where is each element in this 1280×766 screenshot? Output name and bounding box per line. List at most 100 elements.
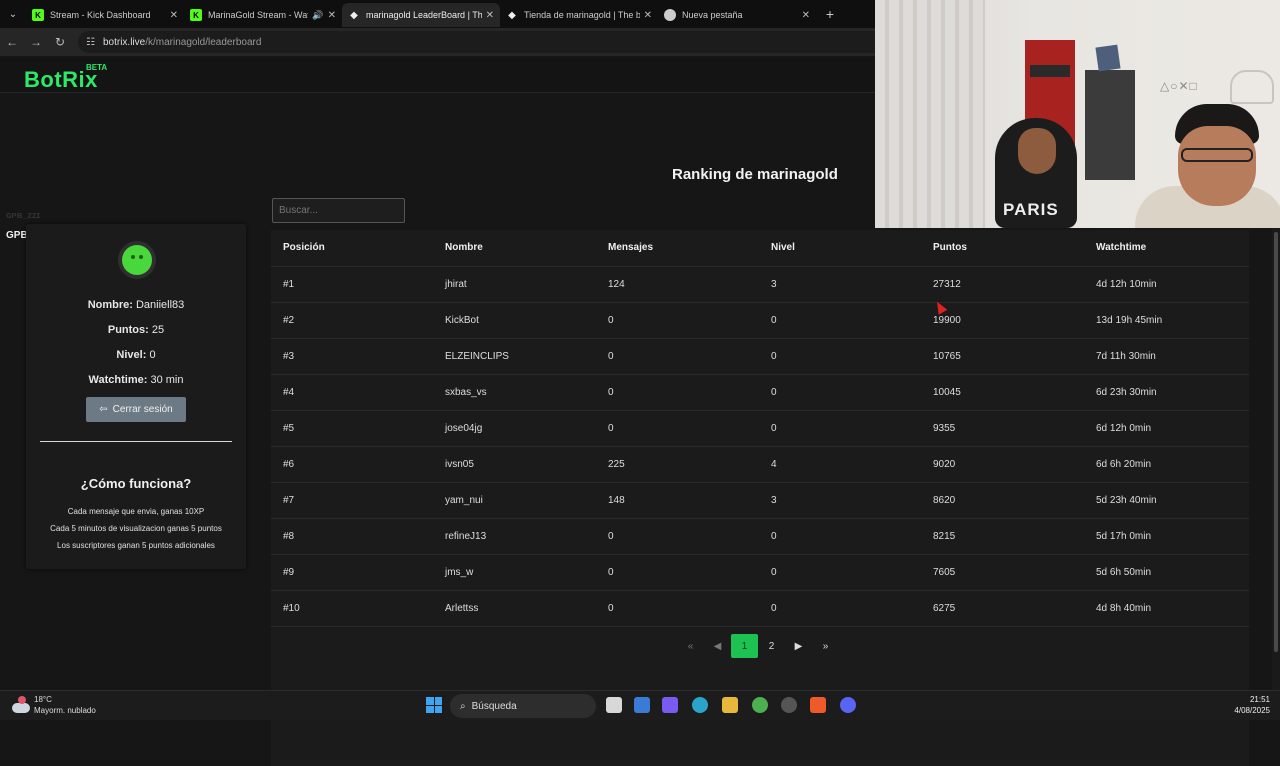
logout-label: Cerrar sesión — [112, 404, 173, 415]
table-cell: #5 — [271, 410, 433, 447]
table-cell: jose04jg — [433, 410, 596, 447]
column-header: Watchtime — [1084, 230, 1249, 267]
next-page-icon[interactable]: ▶ — [785, 634, 812, 658]
browser-tab-bar: ⌄ K Stream - Kick Dashboard ✕ K MarinaGo… — [0, 0, 875, 28]
table-cell: 0 — [759, 554, 921, 591]
speaker-icon[interactable]: 🔊 — [312, 10, 323, 21]
page-scrollbar[interactable] — [1272, 228, 1280, 690]
browser-tab[interactable]: K MarinaGold Stream - Watch 🔊 ✕ — [184, 3, 342, 27]
close-tab-icon[interactable]: ✕ — [802, 10, 810, 21]
discord-icon[interactable] — [840, 697, 856, 713]
copilot-icon[interactable] — [662, 697, 678, 713]
table-cell: 9020 — [921, 446, 1084, 483]
tab-title: MarinaGold Stream - Watch — [208, 10, 309, 20]
table-cell: #10 — [271, 590, 433, 627]
close-tab-icon[interactable]: ✕ — [328, 10, 336, 21]
table-cell: #6 — [271, 446, 433, 483]
page-button-current[interactable]: 1 — [731, 634, 758, 658]
profile-name: Nombre: Daniiell83 — [87, 299, 185, 311]
diamond-icon: ◆ — [350, 9, 358, 21]
table-row: #10 Arlettss 0 0 6275 4d 8h 40min — [271, 590, 1249, 627]
windows-taskbar: 18°C Mayorm. nublado ⌕ Búsqueda 21:51 4/… — [0, 690, 1280, 720]
table-cell: ELZEINCLIPS — [433, 338, 596, 375]
table-cell: 0 — [759, 590, 921, 627]
streamer-person-left: PARIS — [985, 118, 1105, 228]
windows-start-icon[interactable] — [426, 697, 442, 713]
table-cell: 6d 23h 30min — [1084, 374, 1249, 411]
how-it-works-title: ¿Cómo funciona? — [80, 476, 192, 491]
table-cell: 4 — [759, 446, 921, 483]
table-cell: 5d 23h 40min — [1084, 482, 1249, 519]
table-row: #5 jose04jg 0 0 9355 6d 12h 0min — [271, 410, 1249, 447]
taskbar-search[interactable]: ⌕ Búsqueda — [450, 694, 596, 718]
close-tab-icon[interactable]: ✕ — [170, 10, 178, 21]
table-cell: 9355 — [921, 410, 1084, 447]
browser-tab-active[interactable]: ◆ marinagold LeaderBoard | The b ✕ — [342, 3, 500, 27]
column-header: Nombre — [433, 230, 596, 267]
steam-icon[interactable] — [781, 697, 797, 713]
chrome-icon[interactable] — [752, 697, 768, 713]
task-view-icon[interactable] — [606, 697, 622, 713]
first-page-icon[interactable]: « — [677, 634, 704, 658]
close-tab-icon[interactable]: ✕ — [644, 10, 652, 21]
brave-icon[interactable] — [810, 697, 826, 713]
table-cell: Arlettss — [433, 590, 596, 627]
new-tab-plus-icon[interactable]: + — [820, 4, 840, 24]
reload-icon[interactable]: ↻ — [48, 30, 72, 54]
page-button[interactable]: 2 — [758, 634, 785, 658]
pagination: « ◀ 1 2 ▶ » — [677, 634, 839, 658]
table-cell: #8 — [271, 518, 433, 555]
table-cell: #7 — [271, 482, 433, 519]
how-it-works-line: Los suscriptores ganan 5 puntos adiciona… — [57, 541, 215, 550]
table-cell: 0 — [759, 410, 921, 447]
tab-title: Nueva pestaña — [682, 10, 743, 20]
kick-icon: K — [190, 9, 202, 21]
table-cell: 0 — [596, 554, 759, 591]
table-cell: 148 — [596, 482, 759, 519]
site-info-icon[interactable]: ☷ — [86, 37, 95, 48]
table-cell: 0 — [759, 374, 921, 411]
table-cell: 7605 — [921, 554, 1084, 591]
close-tab-icon[interactable]: ✕ — [486, 10, 494, 21]
forward-arrow-icon[interactable]: → — [24, 30, 48, 54]
divider — [40, 441, 232, 442]
table-row: #9 jms_w 0 0 7605 5d 6h 50min — [271, 554, 1249, 591]
table-cell: #4 — [271, 374, 433, 411]
streamer-person-right — [1125, 96, 1280, 228]
store-icon[interactable] — [634, 697, 650, 713]
clock[interactable]: 21:51 4/08/2025 — [1234, 694, 1270, 716]
smiley-icon — [122, 245, 152, 275]
last-page-icon[interactable]: » — [812, 634, 839, 658]
table-cell: refineJ13 — [433, 518, 596, 555]
search-input[interactable] — [272, 198, 405, 223]
browser-tab[interactable]: K Stream - Kick Dashboard ✕ — [26, 3, 184, 27]
table-cell: 10045 — [921, 374, 1084, 411]
url-path: /k/marinagold/leaderboard — [145, 36, 262, 48]
back-arrow-icon[interactable]: ← — [0, 30, 24, 54]
kick-icon: K — [32, 9, 44, 21]
table-cell: 0 — [759, 518, 921, 555]
scrollbar-thumb[interactable] — [1274, 232, 1278, 652]
table-header-row: Posición Nombre Mensajes Nivel Puntos Wa… — [271, 230, 1249, 267]
table-cell: 27312 — [921, 266, 1084, 303]
tab-title: Tienda de marinagold | The be — [524, 10, 640, 20]
logout-button[interactable]: ⇦ Cerrar sesión — [86, 397, 186, 422]
browser-tab[interactable]: Nueva pestaña ✕ — [658, 3, 816, 27]
leaderboard-table: Posición Nombre Mensajes Nivel Puntos Wa… — [271, 230, 1249, 627]
file-explorer-icon[interactable] — [722, 697, 738, 713]
browser-tab[interactable]: ◆ Tienda de marinagold | The be ✕ — [500, 3, 658, 27]
tab-search-chevron-icon[interactable]: ⌄ — [0, 0, 26, 28]
url-field[interactable]: ☷ botrix.live/k/marinagold/leaderboard — [78, 31, 875, 53]
table-cell: 4d 12h 10min — [1084, 266, 1249, 303]
column-header: Nivel — [759, 230, 921, 267]
wall-picture — [1095, 44, 1121, 72]
weather-widget[interactable]: 18°C Mayorm. nublado — [10, 694, 96, 716]
avatar — [118, 241, 156, 279]
profile-level: Nivel: 0 — [116, 349, 156, 361]
table-cell: 0 — [596, 374, 759, 411]
table-cell: 0 — [596, 518, 759, 555]
prev-page-icon[interactable]: ◀ — [704, 634, 731, 658]
weather-desc: Mayorm. nublado — [34, 706, 96, 715]
edge-icon[interactable] — [692, 697, 708, 713]
clock-time: 21:51 — [1249, 695, 1270, 704]
